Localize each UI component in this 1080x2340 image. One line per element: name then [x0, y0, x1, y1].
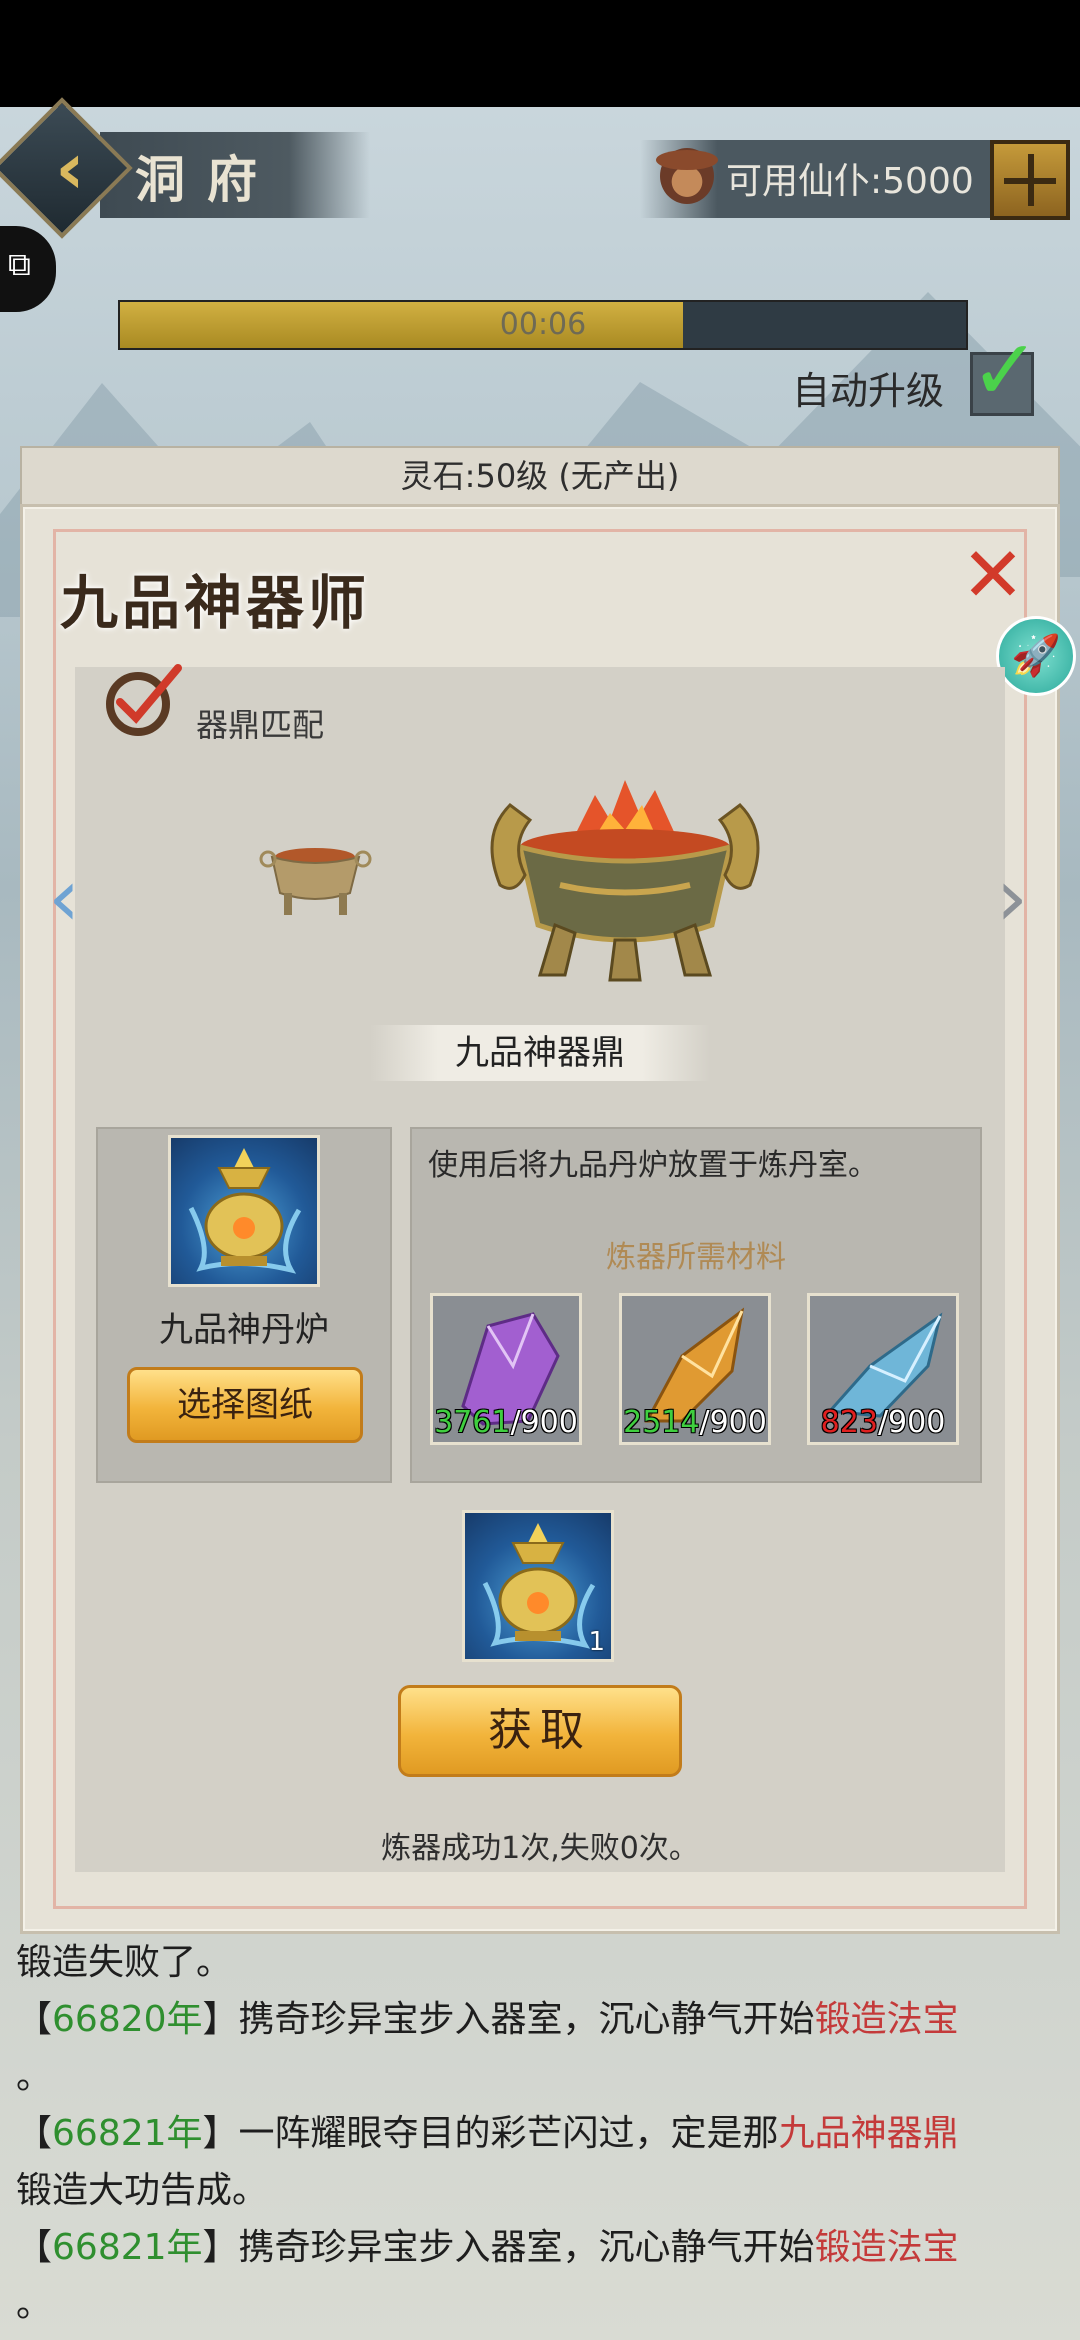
check-seal-icon: [106, 664, 182, 736]
log-text: 】携奇珍异宝步入器室，沉心静气开始: [202, 1999, 815, 2040]
auto-upgrade-label: 自动升级: [792, 369, 945, 413]
currency-label: 可用仙仆:5000: [726, 161, 974, 202]
materials-title: 炼器所需材料: [606, 1240, 786, 1275]
material-have: 3761: [434, 1405, 511, 1440]
log-line: 【66820年】携奇珍异宝步入器室，沉心静气开始锻造法宝: [16, 1991, 1066, 2048]
log-year: 66821年: [52, 2113, 203, 2154]
checkmark-icon[interactable]: ✓: [970, 328, 1050, 412]
log-line: 锻造大功告成。: [16, 2162, 1066, 2219]
material-have: 823: [820, 1405, 878, 1440]
select-blueprint-button[interactable]: 选择图纸: [127, 1367, 363, 1443]
item-description: 使用后将九品丹炉放置于炼丹室。: [428, 1148, 878, 1183]
material-need: /900: [699, 1405, 767, 1440]
log-text: 锻造大功告成。: [16, 2170, 269, 2211]
material-slot-purple-crystal[interactable]: 3761/900: [430, 1293, 582, 1445]
log-highlight: 锻造法宝: [814, 1999, 959, 2040]
log-text: 【: [16, 2113, 53, 2154]
log-highlight: 锻造法宝: [814, 2227, 959, 2268]
material-slot-blue-crystal[interactable]: 823/900: [807, 1293, 959, 1445]
log-text: 。: [16, 2284, 53, 2325]
forge-stats: 炼器成功1次,失败0次。: [381, 1831, 699, 1866]
modal-title: 九品神器师: [60, 569, 371, 637]
building-info-strip: 灵石:50级 (无产出): [20, 446, 1060, 506]
close-button[interactable]: ✕: [958, 537, 1028, 613]
big-cauldron-icon: [490, 780, 760, 982]
event-log: 锻造失败了。 【66820年】携奇珍异宝步入器室，沉心静气开始锻造法宝 。 【6…: [16, 1934, 1066, 2333]
material-count: 3761/900: [433, 1405, 579, 1440]
cauldron-name: 九品神器鼎: [455, 1033, 625, 1073]
pill-furnace-icon: [188, 1148, 302, 1274]
log-line: 【66821年】一阵耀眼夺目的彩芒闪过，定是那九品神器鼎: [16, 2105, 1066, 2162]
log-year: 66820年: [52, 1999, 203, 2040]
log-text: 【: [16, 2227, 53, 2268]
back-chevron-icon[interactable]: ‹: [30, 128, 110, 208]
log-text: 】一阵耀眼夺目的彩芒闪过，定是那: [202, 2113, 779, 2154]
material-need: /900: [510, 1405, 578, 1440]
servant-avatar-icon: [656, 148, 718, 204]
log-line: 。: [16, 2276, 1066, 2333]
log-text: 。: [16, 2056, 53, 2097]
log-text: 【: [16, 1999, 53, 2040]
obtain-button[interactable]: 获取: [398, 1685, 682, 1777]
prev-arrow-icon[interactable]: ‹: [48, 858, 88, 938]
material-count: 823/900: [810, 1405, 956, 1440]
match-label: 器鼎匹配: [196, 706, 325, 744]
furnace-item-slot[interactable]: [168, 1135, 320, 1287]
next-arrow-icon[interactable]: ›: [996, 858, 1036, 938]
log-line: 锻造失败了。: [16, 1934, 1066, 1991]
material-slot-orange-crystal[interactable]: 2514/900: [619, 1293, 771, 1445]
log-line: 【66821年】携奇珍异宝步入器室，沉心静气开始锻造法宝: [16, 2219, 1066, 2276]
rocket-float-button[interactable]: 🚀: [996, 616, 1076, 696]
building-info-text: 灵石:50级 (无产出): [400, 457, 680, 495]
add-currency-button[interactable]: [990, 140, 1070, 220]
log-line: 。: [16, 2048, 1066, 2105]
small-cauldron-icon[interactable]: [258, 835, 373, 920]
furnace-name: 九品神丹炉: [159, 1310, 329, 1350]
upgrade-progress-bar: 00:06: [118, 300, 968, 350]
progress-time: 00:06: [499, 307, 587, 342]
reward-item-slot[interactable]: 1: [462, 1510, 614, 1662]
log-text: 锻造失败了。: [16, 1942, 233, 1983]
log-year: 66821年: [52, 2227, 203, 2268]
log-highlight: 九品神器鼎: [778, 2113, 959, 2154]
page-title: 洞府: [135, 150, 279, 209]
material-need: /900: [877, 1405, 946, 1440]
log-text: 】携奇珍异宝步入器室，沉心静气开始: [202, 2227, 815, 2268]
reward-quantity: 1: [588, 1627, 605, 1657]
material-count: 2514/900: [622, 1405, 768, 1440]
puzzle-icon[interactable]: ⧉: [8, 246, 44, 282]
material-have: 2514: [623, 1405, 700, 1440]
